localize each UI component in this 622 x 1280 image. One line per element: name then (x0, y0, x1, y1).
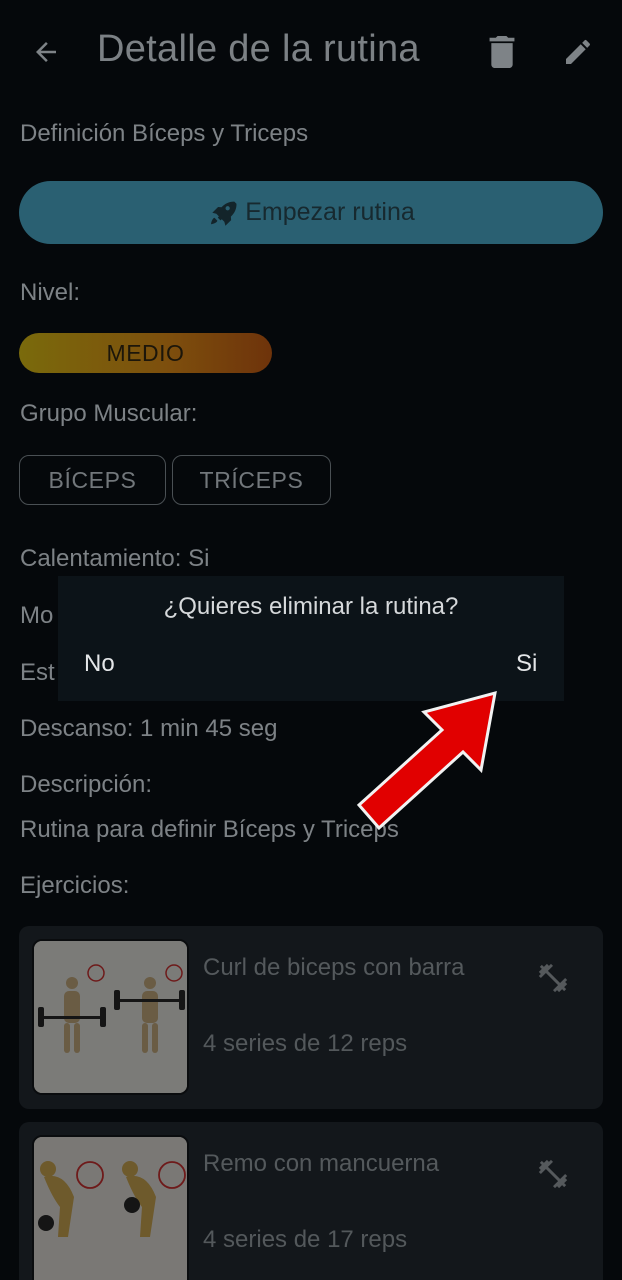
delete-button[interactable] (484, 30, 520, 74)
start-routine-label: Empezar rutina (245, 198, 415, 226)
style-text: Est (20, 659, 55, 686)
dumbbell-icon (538, 963, 568, 993)
exercise-action[interactable] (533, 958, 573, 998)
routine-name: Definición Bíceps y Triceps (20, 120, 309, 147)
pencil-icon (566, 39, 590, 64)
level-label: Nivel: (20, 279, 81, 306)
annotation-arrow-icon (356, 690, 497, 831)
start-routine-button[interactable]: Empezar rutina (19, 181, 603, 244)
routine-detail-screen: Detalle de la rutina Definición Bíceps y… (0, 0, 622, 1280)
description-text: Rutina para definir Bíceps y Triceps (20, 816, 399, 843)
exercises-label: Ejercicios: (20, 872, 130, 899)
trash-icon (489, 36, 515, 68)
dialog-yes-button[interactable]: Si (516, 648, 537, 680)
rest-text: Descanso: 1 min 45 seg (20, 715, 278, 742)
dialog-no-button[interactable]: No (84, 648, 115, 680)
arrow-left-icon (36, 42, 56, 62)
exercise-name: Curl de biceps con barra (203, 954, 465, 981)
exercise-name: Remo con mancuerna (203, 1150, 440, 1177)
muscle-group-label: Grupo Muscular: (20, 400, 198, 427)
level-badge: MEDIO (19, 333, 272, 373)
page-title: Detalle de la rutina (97, 28, 420, 70)
edit-button[interactable] (558, 30, 598, 74)
exercise-card[interactable]: Remo con mancuerna 4 series de 17 reps (19, 1122, 603, 1280)
rocket-icon (211, 201, 237, 226)
description-label: Descripción: (20, 771, 153, 798)
back-button[interactable] (26, 30, 66, 74)
exercise-thumbnail (32, 939, 189, 1095)
dumbbell-icon (538, 1159, 568, 1189)
app-bar: Detalle de la rutina (0, 0, 622, 104)
warmup-text: Calentamiento: Si (20, 545, 210, 572)
muscle-chip-biceps: BÍCEPS (19, 455, 166, 505)
exercise-detail: 4 series de 12 reps (203, 1030, 408, 1057)
exercise-thumbnail (32, 1135, 189, 1280)
mode-text: Mo (20, 602, 54, 629)
dialog-message: ¿Quieres eliminar la rutina? (163, 593, 459, 620)
exercise-card[interactable]: Curl de biceps con barra 4 series de 12 … (19, 926, 603, 1109)
muscle-chip-triceps: TRÍCEPS (172, 455, 331, 505)
delete-confirm-dialog: ¿Quieres eliminar la rutina? No Si (58, 576, 564, 701)
exercise-action[interactable] (533, 1154, 573, 1194)
exercise-detail: 4 series de 17 reps (203, 1226, 408, 1253)
